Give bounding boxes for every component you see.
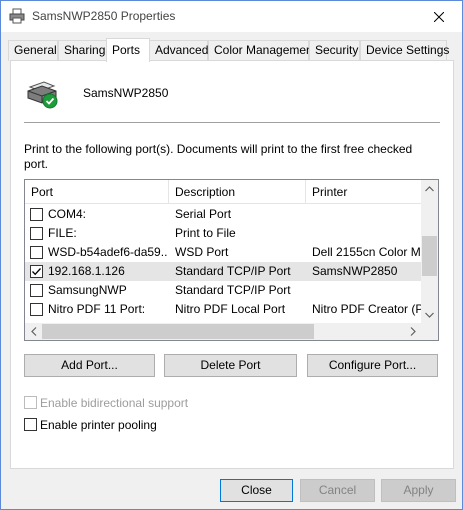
configure-port-button[interactable]: Configure Port... — [307, 354, 438, 377]
window-title: SamsNWP2850 Properties — [32, 9, 176, 23]
bidirectional-label: Enable bidirectional support — [40, 396, 189, 410]
tab-security[interactable]: Security — [309, 40, 360, 61]
cancel-button[interactable]: Cancel — [300, 479, 375, 502]
vertical-scroll-thumb[interactable] — [422, 236, 437, 276]
description-cell: Serial Port — [175, 207, 232, 221]
horizontal-scroll-thumb[interactable] — [42, 324, 314, 339]
port-cell: WSD-b54adef6-da59... — [48, 245, 168, 259]
port-cell: 192.168.1.126 — [48, 264, 125, 278]
chevron-down-icon — [425, 312, 434, 318]
ports-description: Print to the following port(s). Document… — [24, 142, 413, 171]
printer-cell: Dell 2155cn Color MF — [312, 245, 422, 259]
pooling-checkbox[interactable] — [24, 418, 37, 431]
port-cell: FILE: — [48, 226, 77, 240]
tab-color-management[interactable]: Color Management — [208, 40, 316, 61]
description-cell: Print to File — [175, 226, 236, 240]
table-row[interactable]: SamsungNWP Standard TCP/IP Port — [25, 281, 422, 300]
ports-panel: SamsNWP2850 Print to the following port(… — [10, 60, 454, 469]
tab-device-settings[interactable]: Device Settings — [360, 40, 449, 61]
ports-listview[interactable]: Port Description Printer COM4: Serial Po… — [24, 179, 439, 341]
scroll-left-button[interactable] — [25, 323, 42, 340]
port-checkbox[interactable] — [30, 284, 43, 297]
add-port-button[interactable]: Add Port... — [24, 354, 155, 377]
listview-rows: COM4: Serial Port FILE: Print to File WS… — [25, 205, 422, 323]
description-cell: Standard TCP/IP Port — [175, 283, 291, 297]
properties-dialog: SamsNWP2850 Properties General Sharing P… — [0, 0, 463, 510]
printer-cell: Nitro PDF Creator (P — [312, 302, 422, 316]
title-bar[interactable]: SamsNWP2850 Properties — [1, 1, 462, 32]
table-row[interactable]: COM4: Serial Port — [25, 205, 422, 224]
pooling-label: Enable printer pooling — [40, 418, 157, 432]
port-checkbox[interactable] — [30, 227, 43, 240]
printer-status-icon — [26, 79, 60, 109]
description-cell: Nitro PDF Local Port — [175, 302, 286, 316]
port-cell: Nitro PDF 11 Port: — [48, 302, 146, 316]
scrollbar-corner — [421, 323, 438, 340]
bidirectional-checkbox[interactable] — [24, 396, 37, 409]
column-header-description[interactable]: Description — [169, 180, 305, 204]
scroll-down-button[interactable] — [421, 306, 438, 323]
delete-port-button[interactable]: Delete Port — [164, 354, 297, 377]
column-header-port[interactable]: Port — [25, 180, 168, 204]
scroll-right-button[interactable] — [404, 323, 421, 340]
column-header-printer[interactable]: Printer — [306, 180, 422, 204]
printer-cell — [312, 224, 422, 243]
description-cell: Standard TCP/IP Port — [175, 264, 291, 278]
dialog-button-bar: Close Cancel Apply — [1, 469, 462, 509]
listview-header: Port Description Printer — [25, 180, 422, 204]
chevron-right-icon — [410, 327, 416, 336]
horizontal-scrollbar[interactable] — [25, 323, 438, 340]
port-checkbox-checked[interactable] — [30, 265, 43, 278]
tab-strip: General Sharing Ports Advanced Color Man… — [1, 32, 462, 62]
apply-button[interactable]: Apply — [381, 479, 456, 502]
printer-cell — [312, 281, 422, 300]
close-button[interactable]: Close — [220, 479, 293, 502]
printer-cell — [312, 205, 422, 224]
tab-sharing[interactable]: Sharing — [58, 40, 108, 61]
table-row[interactable]: WSD-b54adef6-da59... WSD Port Dell 2155c… — [25, 243, 422, 262]
port-cell: SamsungNWP — [48, 283, 127, 297]
table-row-selected[interactable]: 192.168.1.126 Standard TCP/IP Port SamsN… — [25, 262, 422, 281]
printer-cell: SamsNWP2850 — [312, 264, 398, 278]
port-checkbox[interactable] — [30, 246, 43, 259]
chevron-up-icon — [425, 185, 434, 191]
port-checkbox[interactable] — [30, 208, 43, 221]
tab-ports[interactable]: Ports — [106, 38, 150, 62]
printer-title-icon — [9, 8, 25, 24]
table-row[interactable]: FILE: Print to File — [25, 224, 422, 243]
chevron-left-icon — [30, 327, 36, 336]
printer-name: SamsNWP2850 — [83, 86, 169, 100]
port-cell: COM4: — [48, 207, 87, 221]
table-row[interactable]: Nitro PDF 11 Port: Nitro PDF Local Port … — [25, 300, 422, 319]
close-icon — [434, 11, 444, 22]
divider — [24, 122, 440, 123]
tab-advanced[interactable]: Advanced — [149, 40, 208, 61]
scroll-up-button[interactable] — [421, 180, 438, 197]
vertical-scrollbar[interactable] — [421, 180, 438, 323]
tab-general[interactable]: General — [8, 40, 58, 61]
port-checkbox[interactable] — [30, 303, 43, 316]
description-cell: WSD Port — [175, 245, 229, 259]
close-window-button[interactable] — [416, 1, 462, 32]
checkmark-icon — [32, 268, 41, 276]
